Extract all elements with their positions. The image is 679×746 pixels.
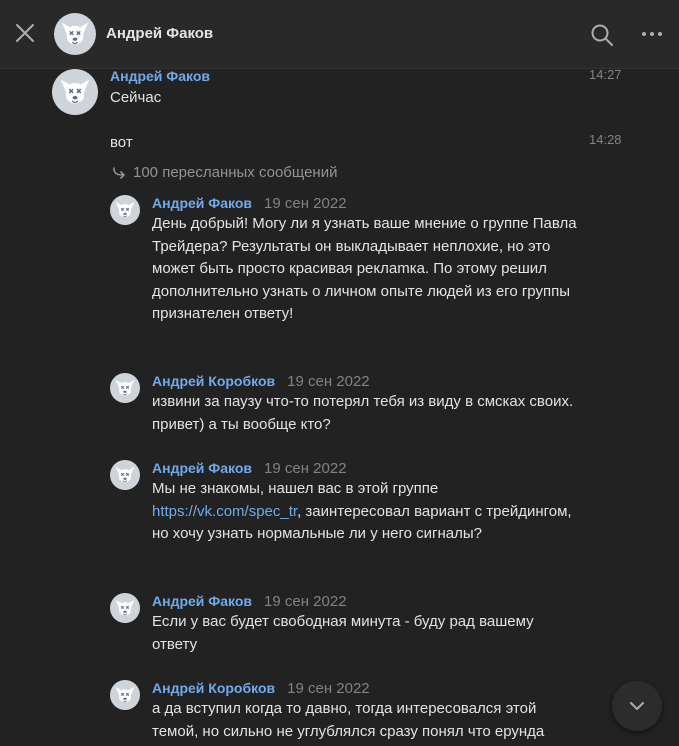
message-link[interactable]: https://vk.com/spec_tr [152,503,297,520]
forwarded-text-part: Мы не знакомы, нашел вас в этой группе [152,480,439,497]
chat-title[interactable]: Андрей Факов [106,25,213,42]
close-icon[interactable] [14,22,36,44]
forwarded-author[interactable]: Андрей Факов [152,460,252,476]
chevron-down-icon [630,702,644,710]
avatar[interactable] [110,593,140,623]
avatar[interactable] [52,69,98,115]
avatar[interactable] [110,195,140,225]
chat-header: Андрей Факов [0,0,679,69]
message-text: Сейчас [110,89,162,106]
message-author[interactable]: Андрей Факов [110,68,210,84]
forwarded-date: 19 сен 2022 [264,593,347,610]
forwarded-author[interactable]: Андрей Коробков [152,373,275,389]
forwarded-text: извини за паузу что-то потерял тебя из в… [152,393,574,433]
forwarded-author[interactable]: Андрей Факов [152,195,252,211]
forwarded-date: 19 сен 2022 [264,460,347,477]
forwarded-text: Мы не знакомы, нашел вас в этой группе h… [152,478,582,546]
forwarded-text: Если у вас будет свободная минута - буду… [152,613,534,653]
forwarded-date: 19 сен 2022 [264,195,347,212]
forwarded-text: День добрый! Могу ли я узнать ваше мнени… [152,215,577,322]
forwarded-date: 19 сен 2022 [287,373,370,390]
forwarded-date: 19 сен 2022 [287,680,370,697]
avatar[interactable] [54,13,96,55]
forwarded-count: 100 пересланных сообщений [133,164,338,181]
avatar[interactable] [110,680,140,710]
forwarded-text: а да вступил когда то давно, тогда интер… [152,700,545,740]
forwarded-messages-link[interactable]: 100 пересланных сообщений [112,164,337,181]
message-time: 14:28 [589,132,622,147]
avatar[interactable] [110,373,140,403]
scroll-down-button[interactable] [612,681,662,731]
avatar[interactable] [110,460,140,490]
message-time: 14:27 [589,67,622,82]
forwarded-author[interactable]: Андрей Факов [152,593,252,609]
search-icon[interactable] [589,22,615,48]
more-icon[interactable] [640,22,664,46]
message-text: вот [110,134,133,151]
forwarded-author[interactable]: Андрей Коробков [152,680,275,696]
forward-icon [113,167,125,179]
